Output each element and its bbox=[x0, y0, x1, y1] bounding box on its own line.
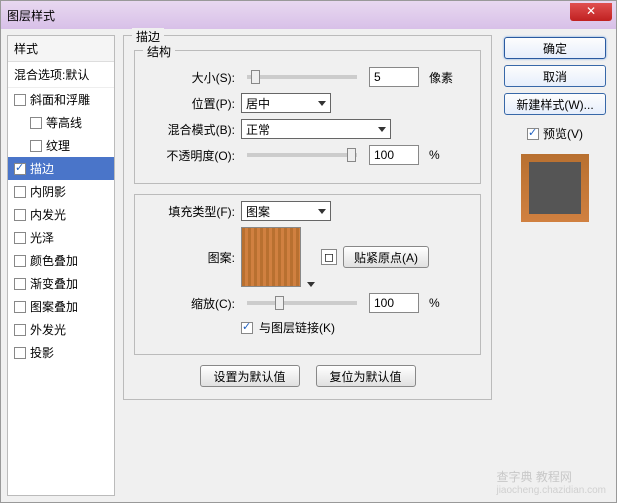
fill-type-select[interactable]: 图案 bbox=[241, 201, 331, 221]
style-item-label: 斜面和浮雕 bbox=[30, 91, 90, 108]
style-item-label: 渐变叠加 bbox=[30, 275, 78, 292]
blend-mode-select[interactable]: 正常 bbox=[241, 119, 391, 139]
style-item-label: 颜色叠加 bbox=[30, 252, 78, 269]
snap-origin-button[interactable]: 贴紧原点(A) bbox=[343, 246, 429, 268]
style-item[interactable]: 渐变叠加 bbox=[8, 272, 114, 295]
preview-checkbox[interactable] bbox=[527, 128, 539, 140]
position-select[interactable]: 居中 bbox=[241, 93, 331, 113]
size-slider[interactable] bbox=[247, 75, 357, 79]
style-checkbox[interactable] bbox=[30, 140, 42, 152]
reset-default-button[interactable]: 复位为默认值 bbox=[316, 365, 416, 387]
style-item[interactable]: 图案叠加 bbox=[8, 295, 114, 318]
scale-input[interactable] bbox=[369, 293, 419, 313]
style-checkbox[interactable] bbox=[30, 117, 42, 129]
style-item[interactable]: 内阴影 bbox=[8, 180, 114, 203]
style-checkbox[interactable] bbox=[14, 347, 26, 359]
style-checkbox[interactable] bbox=[14, 255, 26, 267]
style-checkbox[interactable] bbox=[14, 186, 26, 198]
style-item-label: 内阴影 bbox=[30, 183, 66, 200]
stroke-group: 描边 结构 大小(S): 像素 位置(P): 居中 bbox=[123, 35, 492, 400]
style-item[interactable]: 颜色叠加 bbox=[8, 249, 114, 272]
style-checkbox[interactable] bbox=[14, 163, 26, 175]
style-item-label: 图案叠加 bbox=[30, 298, 78, 315]
blend-mode-label: 混合模式(B): bbox=[145, 121, 235, 138]
size-input[interactable] bbox=[369, 67, 419, 87]
opacity-input[interactable] bbox=[369, 145, 419, 165]
scale-label: 缩放(C): bbox=[145, 295, 235, 312]
preview-label: 预览(V) bbox=[543, 125, 583, 142]
fill-group: 填充类型(F): 图案 图案: ◻ 贴紧原点(A) bbox=[134, 194, 481, 355]
set-default-button[interactable]: 设置为默认值 bbox=[200, 365, 300, 387]
preview-thumbnail bbox=[521, 154, 589, 222]
size-label: 大小(S): bbox=[145, 69, 235, 86]
opacity-slider[interactable] bbox=[247, 153, 357, 157]
style-checkbox[interactable] bbox=[14, 209, 26, 221]
opacity-label: 不透明度(O): bbox=[145, 147, 235, 164]
opacity-unit: % bbox=[429, 148, 440, 162]
style-item-label: 投影 bbox=[30, 344, 54, 361]
blending-options-item[interactable]: 混合选项:默认 bbox=[8, 62, 114, 88]
link-layer-checkbox[interactable] bbox=[241, 322, 253, 334]
style-item[interactable]: 描边 bbox=[8, 157, 114, 180]
right-panel: 确定 取消 新建样式(W)... 预览(V) bbox=[500, 35, 610, 496]
titlebar[interactable]: 图层样式 ✕ bbox=[1, 1, 616, 29]
style-item[interactable]: 光泽 bbox=[8, 226, 114, 249]
window-title: 图层样式 bbox=[7, 7, 55, 24]
style-item-label: 等高线 bbox=[46, 114, 82, 131]
structure-group: 结构 大小(S): 像素 位置(P): 居中 bbox=[134, 50, 481, 184]
style-item-label: 外发光 bbox=[30, 321, 66, 338]
style-item[interactable]: 等高线 bbox=[8, 111, 114, 134]
structure-legend: 结构 bbox=[143, 43, 175, 60]
layer-style-dialog: 图层样式 ✕ 样式 混合选项:默认 斜面和浮雕等高线纹理描边内阴影内发光光泽颜色… bbox=[0, 0, 617, 503]
ok-button[interactable]: 确定 bbox=[504, 37, 606, 59]
styles-header: 样式 bbox=[8, 36, 114, 62]
scale-unit: % bbox=[429, 296, 440, 310]
fill-type-label: 填充类型(F): bbox=[145, 203, 235, 220]
chevron-down-icon bbox=[378, 127, 386, 132]
chevron-down-icon bbox=[318, 101, 326, 106]
link-layer-label: 与图层链接(K) bbox=[259, 319, 335, 336]
size-unit: 像素 bbox=[429, 69, 453, 86]
chevron-down-icon[interactable] bbox=[307, 282, 315, 287]
cancel-button[interactable]: 取消 bbox=[504, 65, 606, 87]
position-label: 位置(P): bbox=[145, 95, 235, 112]
style-item[interactable]: 投影 bbox=[8, 341, 114, 364]
style-item-label: 描边 bbox=[30, 160, 54, 177]
options-panel: 描边 结构 大小(S): 像素 位置(P): 居中 bbox=[123, 35, 492, 496]
style-item[interactable]: 斜面和浮雕 bbox=[8, 88, 114, 111]
style-item[interactable]: 纹理 bbox=[8, 134, 114, 157]
close-button[interactable]: ✕ bbox=[570, 3, 612, 21]
style-item-label: 纹理 bbox=[46, 137, 70, 154]
new-pattern-button[interactable]: ◻ bbox=[321, 249, 337, 265]
styles-list: 样式 混合选项:默认 斜面和浮雕等高线纹理描边内阴影内发光光泽颜色叠加渐变叠加图… bbox=[7, 35, 115, 496]
style-checkbox[interactable] bbox=[14, 324, 26, 336]
style-checkbox[interactable] bbox=[14, 278, 26, 290]
scale-slider[interactable] bbox=[247, 301, 357, 305]
pattern-label: 图案: bbox=[145, 249, 235, 266]
style-checkbox[interactable] bbox=[14, 301, 26, 313]
style-item[interactable]: 内发光 bbox=[8, 203, 114, 226]
style-item-label: 光泽 bbox=[30, 229, 54, 246]
style-item-label: 内发光 bbox=[30, 206, 66, 223]
style-checkbox[interactable] bbox=[14, 232, 26, 244]
chevron-down-icon bbox=[318, 209, 326, 214]
style-item[interactable]: 外发光 bbox=[8, 318, 114, 341]
new-style-button[interactable]: 新建样式(W)... bbox=[504, 93, 606, 115]
pattern-swatch[interactable] bbox=[241, 227, 301, 287]
style-checkbox[interactable] bbox=[14, 94, 26, 106]
